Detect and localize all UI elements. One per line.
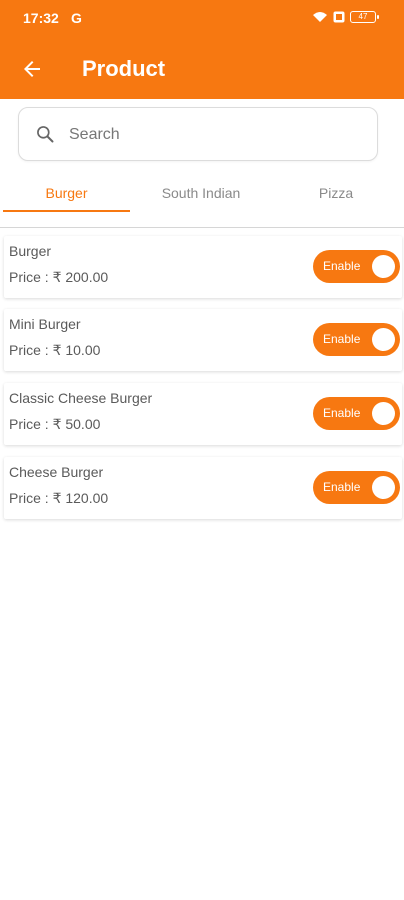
tab-south-indian[interactable]: South Indian xyxy=(137,172,265,214)
product-card: Burger Price : ₹ 200.00 Enable xyxy=(4,236,402,298)
product-card: Mini Burger Price : ₹ 10.00 Enable xyxy=(4,309,402,371)
status-icons: 47 xyxy=(312,11,379,23)
back-button[interactable] xyxy=(20,57,44,81)
toggle-knob xyxy=(372,402,395,425)
active-tab-indicator xyxy=(3,210,130,212)
search-input[interactable] xyxy=(69,120,359,150)
product-price: Price : ₹ 50.00 xyxy=(9,416,101,432)
page-title: Product xyxy=(82,56,166,81)
toggle-label: Enable xyxy=(323,332,361,346)
enable-toggle[interactable]: Enable xyxy=(313,397,400,430)
arrow-back-icon xyxy=(24,61,40,77)
enable-toggle[interactable]: Enable xyxy=(313,471,400,504)
enable-toggle[interactable]: Enable xyxy=(313,323,400,356)
status-time: 17:32 xyxy=(23,10,59,26)
wifi-icon xyxy=(312,11,328,23)
battery-icon: 47 xyxy=(350,11,379,23)
toggle-knob xyxy=(372,328,395,351)
product-card: Classic Cheese Burger Price : ₹ 50.00 En… xyxy=(4,383,402,445)
search-icon xyxy=(35,124,55,144)
product-card: Cheese Burger Price : ₹ 120.00 Enable xyxy=(4,457,402,519)
tab-pizza[interactable]: Pizza xyxy=(272,172,400,214)
product-price: Price : ₹ 200.00 xyxy=(9,269,109,285)
status-bar: 17:32 G 47 xyxy=(0,0,404,36)
search-box[interactable] xyxy=(18,107,378,161)
product-price: Price : ₹ 120.00 xyxy=(9,490,109,506)
toggle-knob xyxy=(372,255,395,278)
app-bar: 17:32 G 47 Product xyxy=(0,0,404,99)
product-price: Price : ₹ 10.00 xyxy=(9,342,101,358)
product-name: Cheese Burger xyxy=(9,464,104,480)
product-name: Burger xyxy=(9,243,52,259)
sim-icon xyxy=(333,11,345,23)
product-name: Classic Cheese Burger xyxy=(9,390,153,406)
tab-burger[interactable]: Burger xyxy=(3,172,130,214)
toggle-label: Enable xyxy=(323,480,361,494)
status-network-indicator: G xyxy=(71,10,82,26)
category-tabs: Burger South Indian Pizza xyxy=(0,172,404,228)
product-name: Mini Burger xyxy=(9,316,81,332)
toggle-knob xyxy=(372,476,395,499)
toggle-label: Enable xyxy=(323,406,361,420)
toggle-label: Enable xyxy=(323,259,361,273)
enable-toggle[interactable]: Enable xyxy=(313,250,400,283)
